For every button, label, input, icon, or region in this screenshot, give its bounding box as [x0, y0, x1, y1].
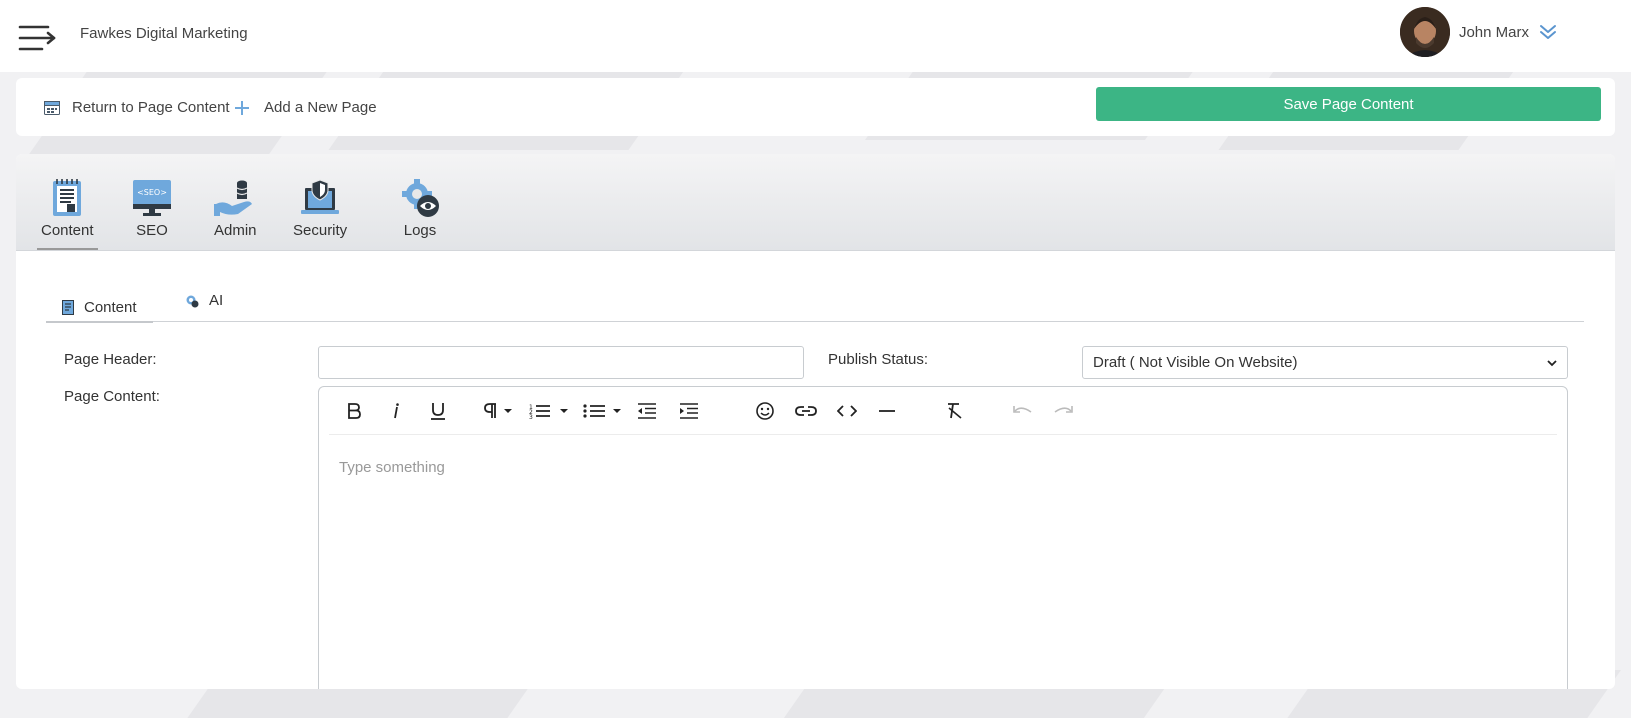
save-page-content-button[interactable]: Save Page Content: [1096, 87, 1601, 121]
redo-button[interactable]: [1051, 397, 1075, 425]
tab-label: Content: [41, 222, 94, 239]
content-sub-tabs: Content AI: [46, 284, 1584, 323]
user-name: John Marx: [1458, 23, 1529, 41]
horizontal-rule-button[interactable]: [875, 397, 899, 425]
link-icon: [795, 406, 817, 416]
seo-badge-text: <SEO>: [137, 188, 167, 197]
content-icon: [53, 179, 82, 216]
code-icon: [837, 405, 857, 417]
tab-content[interactable]: Content: [37, 178, 98, 250]
unordered-list-icon: [583, 404, 621, 418]
add-label: Add a New Page: [264, 99, 377, 116]
return-to-page-content-link[interactable]: Return to Page Content: [44, 99, 230, 116]
ordered-list-icon: 123: [529, 404, 568, 419]
publish-status-value: Draft ( Not Visible On Website): [1093, 354, 1298, 371]
avatar[interactable]: [1399, 7, 1450, 57]
outdent-icon: [638, 403, 656, 419]
ordered-list-button[interactable]: 123: [527, 397, 571, 425]
italic-icon: [394, 403, 399, 419]
user-dropdown-toggle[interactable]: [1539, 24, 1557, 40]
undo-icon: [1013, 406, 1032, 413]
top-bar: Fawkes Digital Marketing John Marx: [0, 0, 1631, 72]
avatar-face-icon: [1399, 7, 1450, 57]
editor-toolbar: 123: [329, 387, 1557, 435]
outdent-button[interactable]: [635, 397, 659, 425]
tab-label: Security: [293, 222, 348, 239]
redo-icon: [1054, 406, 1073, 413]
undo-button[interactable]: [1011, 397, 1035, 425]
tab-label: Admin: [214, 222, 257, 239]
tab-admin[interactable]: Admin: [214, 178, 257, 239]
code-button[interactable]: [835, 397, 859, 425]
main-panel: Content <SEO> SEO Admin Security Logs Co…: [16, 154, 1615, 689]
emoji-icon: [756, 402, 774, 420]
tab-logs[interactable]: Logs: [399, 178, 441, 239]
indent-icon: [680, 403, 698, 419]
seo-monitor-icon: <SEO>: [133, 180, 171, 216]
indent-button[interactable]: [677, 397, 701, 425]
ai-gear-icon: [185, 294, 199, 308]
paragraph-icon: [484, 403, 512, 418]
publish-status-label: Publish Status:: [828, 351, 929, 368]
horizontal-rule-icon: [879, 410, 895, 412]
sub-tab-label: AI: [209, 292, 224, 309]
emoji-button[interactable]: [753, 397, 777, 425]
tab-security[interactable]: Security: [293, 178, 347, 239]
action-bar: Return to Page Content Add a New Page Sa…: [16, 78, 1615, 136]
bold-icon: [348, 403, 361, 419]
sub-tab-content[interactable]: Content: [46, 292, 152, 323]
sub-tab-label: Content: [84, 298, 137, 316]
sub-tab-ai[interactable]: AI: [185, 292, 223, 309]
admin-database-icon: [214, 180, 253, 216]
paragraph-format-button[interactable]: [483, 397, 515, 425]
underline-button[interactable]: [427, 397, 449, 425]
logs-gear-eye-icon: [402, 179, 439, 217]
rich-text-editor: 123 Type something: [318, 386, 1568, 689]
page-header-label: Page Header:: [64, 351, 157, 368]
menu-toggle-button[interactable]: [14, 14, 62, 62]
page-content-label: Page Content:: [64, 388, 160, 405]
add-new-page-link[interactable]: Add a New Page: [234, 99, 377, 116]
underline-icon: [431, 403, 445, 420]
svg-text:3: 3: [529, 414, 533, 419]
brand-name: Fawkes Digital Marketing: [80, 25, 248, 42]
tab-label: Logs: [403, 222, 437, 239]
return-label: Return to Page Content: [72, 99, 230, 116]
link-button[interactable]: [793, 397, 819, 425]
bold-button[interactable]: [343, 397, 365, 425]
clear-format-icon: [948, 403, 962, 419]
plus-icon: [234, 100, 250, 116]
tab-seo[interactable]: <SEO> SEO: [131, 178, 173, 239]
unordered-list-button[interactable]: [583, 397, 625, 425]
security-laptop-icon: [301, 179, 340, 214]
hamburger-menu-icon: [18, 25, 56, 51]
user-menu[interactable]: John Marx: [1399, 6, 1557, 58]
double-chevron-down-icon: [1540, 25, 1556, 39]
editor-placeholder[interactable]: Type something: [339, 459, 445, 476]
publish-status-select[interactable]: Draft ( Not Visible On Website): [1082, 346, 1568, 379]
clear-formatting-button[interactable]: [943, 397, 967, 425]
section-tabs: Content <SEO> SEO Admin Security Logs: [16, 154, 1615, 251]
tab-label: SEO: [136, 222, 168, 239]
page-header-input[interactable]: [318, 346, 804, 379]
calendar-icon: [44, 100, 60, 115]
chevron-down-icon: [1547, 359, 1557, 366]
document-icon: [62, 299, 74, 315]
italic-button[interactable]: [385, 397, 407, 425]
